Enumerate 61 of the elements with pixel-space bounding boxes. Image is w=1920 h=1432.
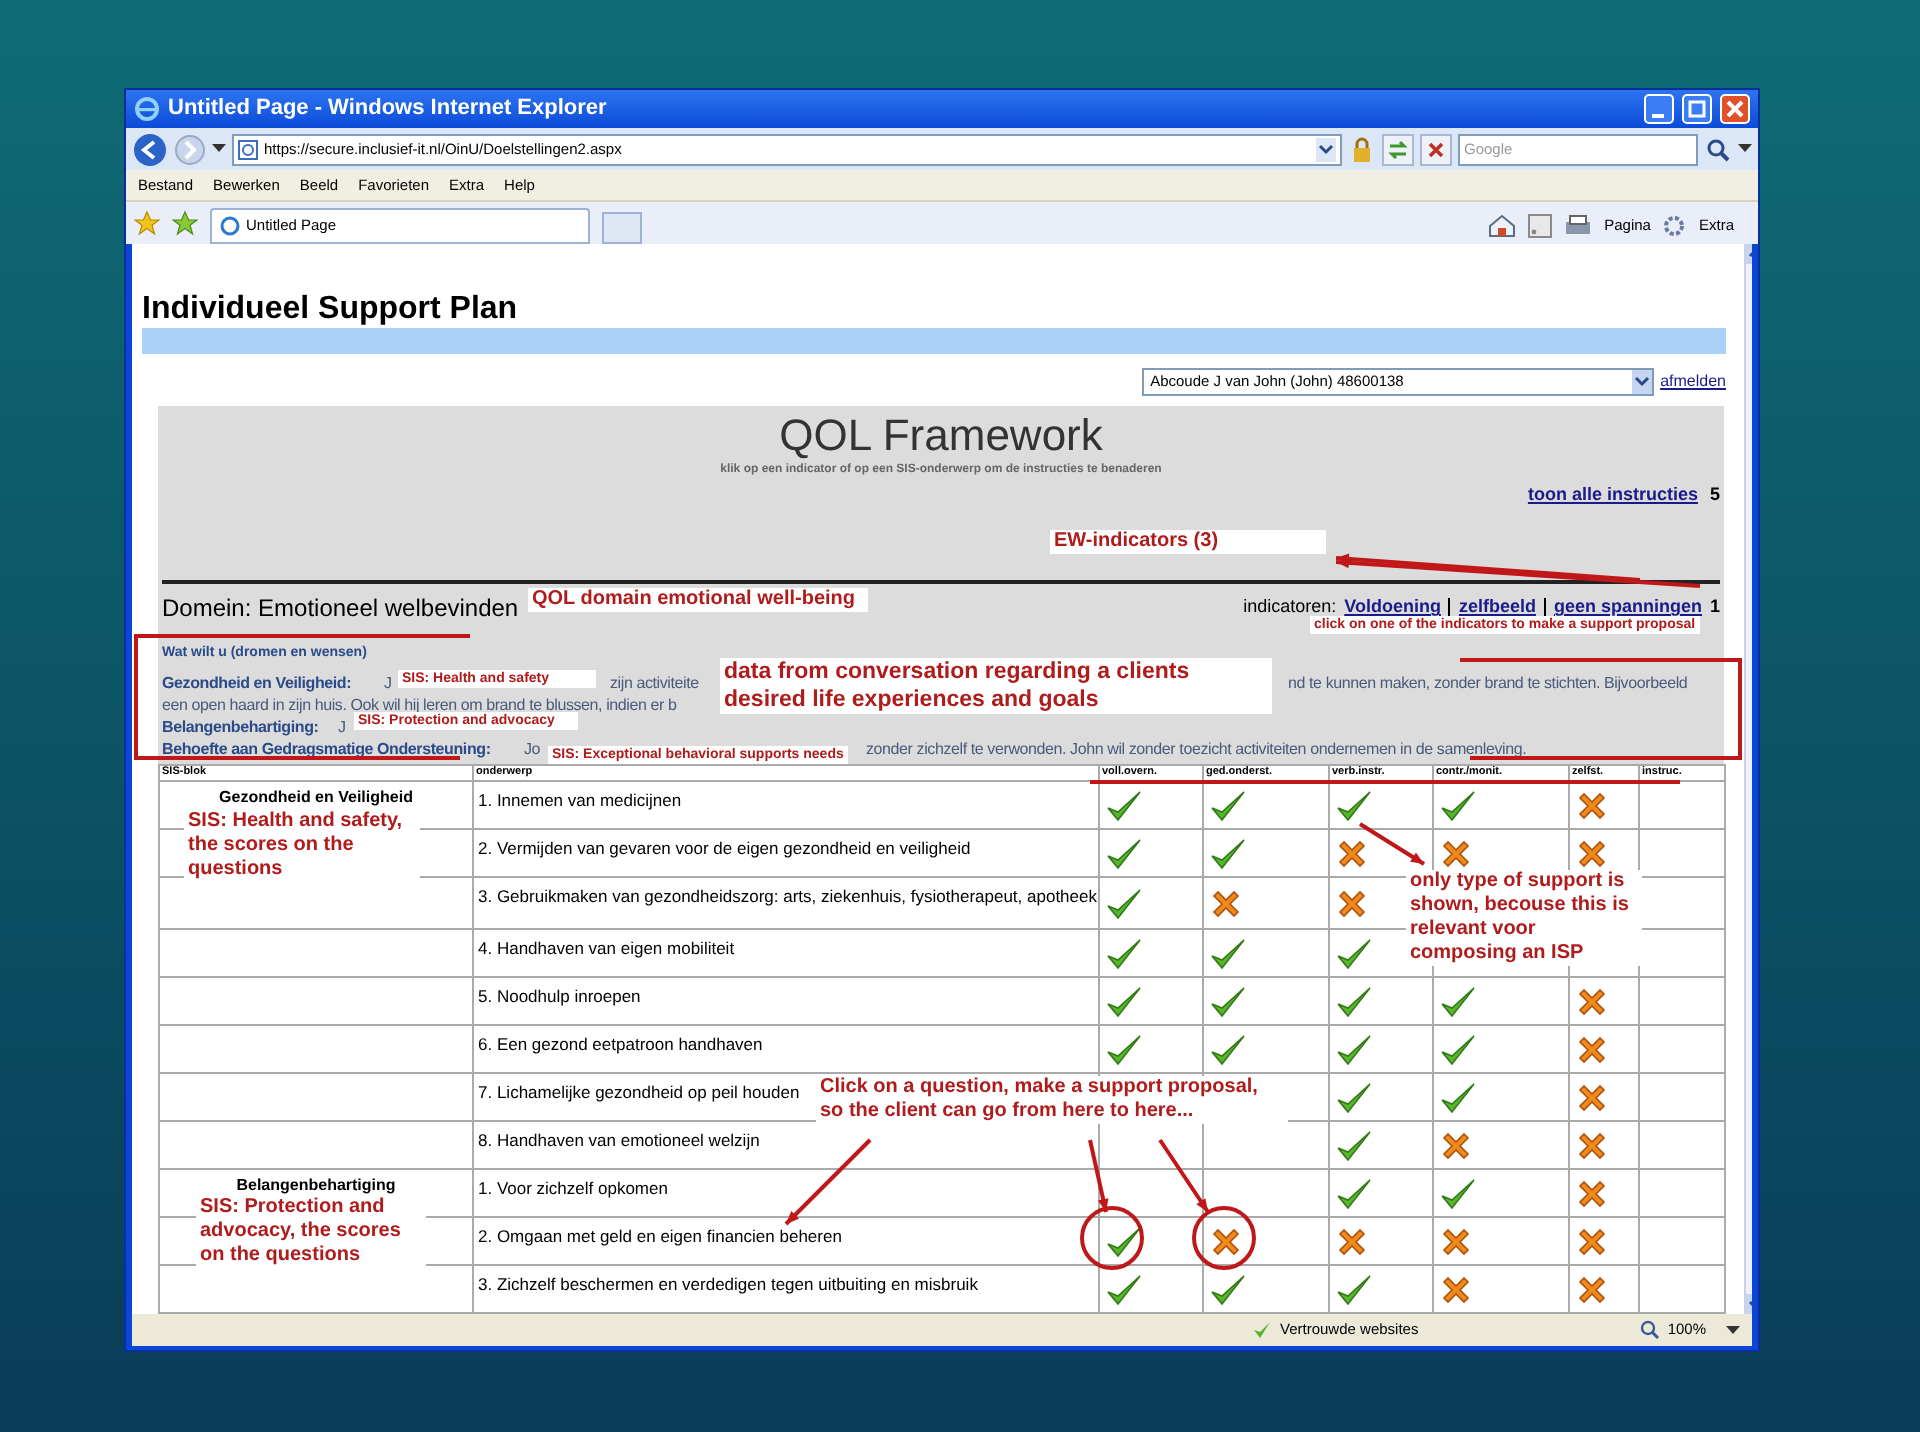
home-icon[interactable] — [1488, 214, 1517, 238]
question-text[interactable]: 1. Innemen van medicijnen — [478, 790, 682, 812]
highlight-circle — [1080, 1206, 1144, 1270]
dropdown-icon[interactable] — [1632, 369, 1653, 394]
page-title: Individueel Support Plan — [142, 292, 520, 328]
favorites-star-icon[interactable] — [134, 210, 160, 236]
description-label: Gezondheid en Veiligheid: — [162, 671, 352, 694]
refresh-icon[interactable] — [1382, 133, 1414, 165]
print-icon[interactable] — [1564, 214, 1593, 238]
framework-heading: QOL Framework — [779, 410, 1103, 463]
description-text: zijn activiteite — [610, 671, 699, 694]
description-text: een open haard in zijn huis. Ook wil hij leren om brand te blussen, indien er b — [162, 693, 677, 714]
arrow — [1088, 1139, 1109, 1213]
question-text[interactable]: 4. Handhaven van eigen mobiliteit — [478, 938, 735, 960]
lock-icon[interactable] — [1348, 135, 1376, 163]
annotation-note: data from conversation regarding a clients desired life experiences and goals — [720, 658, 1272, 714]
logout-link[interactable]: afmelden — [1660, 369, 1726, 394]
zoom-icon[interactable] — [1639, 1320, 1660, 1340]
description-text: nd te kunnen maken, zonder brand te stichten. Bijvoorbeeld — [1288, 671, 1688, 694]
question-text[interactable]: 5. Noodhulp inroepen — [478, 986, 641, 1008]
question-text[interactable]: 7. Lichamelijke gezondheid op peil houden — [478, 1082, 800, 1104]
group-label: Belangenbehartiging — [236, 1176, 396, 1194]
description-label: Behoefte aan Gedragsmatige Ondersteuning: — [162, 737, 491, 760]
window-title: Untitled Page - Windows Internet Explorer — [168, 94, 609, 125]
minimize-icon[interactable] — [1644, 94, 1674, 124]
check-icon — [1252, 1320, 1272, 1340]
description-label: Belangenbehartiging: — [162, 715, 319, 738]
maximize-icon[interactable] — [1682, 94, 1712, 124]
arrow — [784, 1138, 872, 1226]
search-icon[interactable] — [1704, 135, 1732, 163]
stop-icon[interactable] — [1420, 133, 1452, 165]
description-text: Jo — [524, 737, 541, 760]
highlight-circle — [1192, 1206, 1256, 1270]
description-text: J — [384, 671, 392, 694]
indicators-label: indicatoren: — [1243, 594, 1337, 617]
indicator-count: 1 — [1709, 594, 1720, 621]
domain-title: Domein: Emotioneel welbevinden — [162, 591, 519, 626]
caret-icon[interactable] — [1738, 144, 1752, 154]
annotation-note: Click on a question, make a support proposal, so the client can go from here to here... — [816, 1076, 1288, 1124]
group-label: Gezondheid en Veiligheid — [219, 788, 413, 806]
annotation-note: SIS: Health and safety, the scores on the questions — [184, 810, 420, 882]
annotation-note: only type of support is shown, becouse this is relevant voor composing an ISP — [1406, 870, 1642, 966]
instruction-count: 5 — [1709, 482, 1720, 509]
arrow — [1358, 822, 1426, 866]
dropdown-icon[interactable] — [1316, 137, 1336, 161]
description-text: J — [338, 715, 346, 738]
back-icon[interactable] — [132, 131, 168, 167]
page-icon — [238, 139, 258, 159]
caret-icon[interactable] — [1726, 1325, 1740, 1335]
feeds-icon[interactable] — [1528, 214, 1553, 238]
arrow — [1158, 1138, 1210, 1214]
description-text: zonder zichzelf te verwonden. John wil zonder toezicht activiteiten ondernemen in de samenleving. — [866, 737, 1527, 760]
annotation-note: QOL domain emotional well-being — [528, 588, 868, 612]
add-favorite-icon[interactable] — [172, 210, 198, 236]
close-icon[interactable] — [1720, 94, 1750, 124]
annotation-note: EW-indicators (3) — [1050, 530, 1326, 554]
question-text[interactable]: 1. Voor zichzelf opkomen — [478, 1178, 668, 1200]
caret-icon[interactable] — [212, 144, 226, 154]
annotation-note: SIS: Protection and advocacy, the scores on the questions — [196, 1196, 426, 1268]
show-instructions-link[interactable]: toon alle instructies — [1527, 482, 1698, 510]
gear-icon[interactable] — [1662, 214, 1687, 238]
